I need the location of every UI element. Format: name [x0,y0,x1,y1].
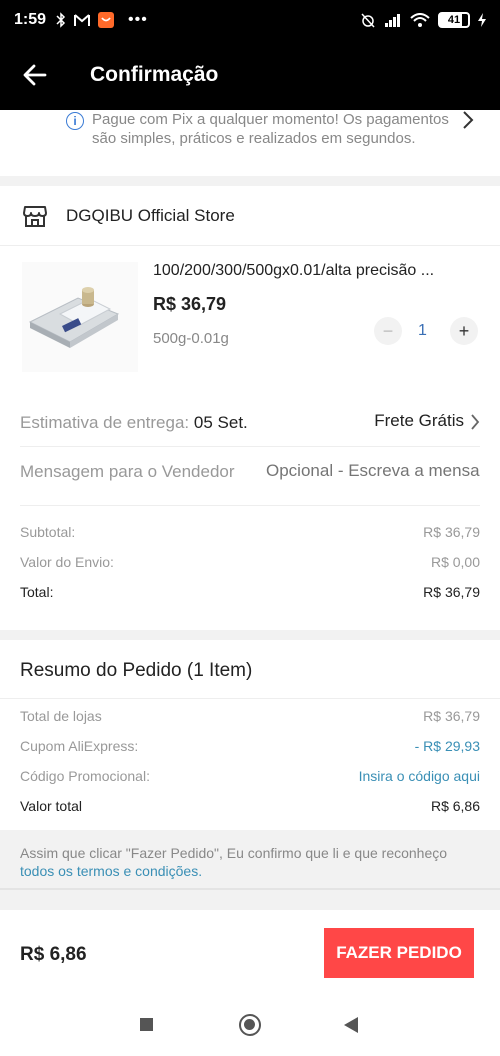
divider [0,698,500,699]
product-title[interactable]: 100/200/300/500gx0.01/alta precisão ... [153,262,483,280]
alarm-off-icon [361,13,375,28]
home-icon[interactable] [239,1014,261,1036]
back-button[interactable] [0,40,70,110]
battery-icon: 41 [438,12,470,28]
shipping-cost-value: R$ 0,00 [430,554,480,570]
terms-link[interactable]: todos os termos e condições. [20,863,202,879]
store-header[interactable]: DGQIBU Official Store [0,186,500,246]
delivery-row[interactable]: Estimativa de entrega: 05 Set. Frete Grá… [20,411,480,447]
system-nav-bar [0,998,500,1056]
terms-text-body: Assim que clicar "Fazer Pedido", Eu conf… [20,845,448,861]
store-total-value: R$ 36,79 [423,584,480,600]
chevron-right-icon [471,414,480,430]
digital-scale-image [22,262,138,372]
charging-icon [478,13,486,27]
order-total-row: Valor total R$ 6,86 [20,798,480,814]
store-icon [23,206,47,227]
store-total-row: Total: R$ 36,79 [20,584,480,600]
app-bar: Confirmação [0,40,500,110]
coupon-row[interactable]: Cupom AliExpress: - R$ 29,93 [20,738,480,754]
subtotal-value: R$ 36,79 [423,524,480,540]
coupon-label: Cupom AliExpress: [20,738,139,754]
delivery-label: Estimativa de entrega: [20,413,190,432]
quantity-increase-button[interactable]: + [450,317,478,345]
seller-message-input[interactable] [266,461,480,481]
promo-code-row: Código Promocional: Insira o código aqui [20,768,480,784]
quantity-value: 1 [418,322,427,339]
order-total-label: Valor total [20,798,82,814]
arrow-left-icon [23,64,47,86]
subtotal-label: Subtotal: [20,524,76,540]
store-card: DGQIBU Official Store 100/200/300/500gx0… [0,186,500,630]
terms-text: Assim que clicar "Fazer Pedido", Eu conf… [20,844,460,880]
promo-code-link[interactable]: Insira o código aqui [359,768,480,784]
terms-notice: Assim que clicar "Fazer Pedido", Eu conf… [0,832,500,890]
delivery-estimate: Estimativa de entrega: 05 Set. [20,413,248,433]
bluetooth-icon [56,12,66,28]
shipping-cost-row: Valor do Envio: R$ 0,00 [20,554,480,570]
seller-message-label: Mensagem para o Vendedor [20,462,235,481]
shopping-app-icon [98,12,115,28]
more-notifications-icon: ••• [128,11,148,28]
store-name: DGQIBU Official Store [66,206,235,225]
pix-banner-text: Pague com Pix a qualquer momento! Os pag… [92,111,449,147]
stores-total-row: Total de lojas R$ 36,79 [20,708,480,724]
gmail-icon [74,14,91,26]
place-order-button[interactable]: FAZER PEDIDO [324,928,474,978]
info-icon: i [66,112,84,130]
stores-total-value: R$ 36,79 [423,708,480,724]
pix-banner[interactable]: i Pague com Pix a qualquer momento! Os p… [0,110,500,176]
stores-total-label: Total de lojas [20,708,102,724]
wifi-icon [410,13,430,27]
back-icon[interactable] [344,1017,358,1033]
quantity-decrease-button[interactable]: − [374,317,402,345]
seller-message-row: Mensagem para o Vendedor [20,456,480,506]
shipping-method: Frete Grátis [374,411,464,430]
promo-code-label: Código Promocional: [20,768,150,784]
order-summary-card: Resumo do Pedido (1 Item) Total de lojas… [0,640,500,830]
coupon-value[interactable]: - R$ 29,93 [415,738,480,754]
store-total-label: Total: [20,584,54,600]
status-time: 1:59 [14,11,47,28]
status-bar: 1:59 ••• 41 [0,0,500,40]
product-price: R$ 36,79 [153,294,227,314]
order-summary-title: Resumo do Pedido (1 Item) [20,660,253,681]
order-total-value: R$ 6,86 [430,798,480,814]
shipping-cost-label: Valor do Envio: [20,554,114,570]
page-title: Confirmação [90,63,219,86]
product-variant: 500g-0.01g [153,330,229,347]
chevron-right-icon [463,111,474,129]
recents-icon[interactable] [140,1018,153,1031]
delivery-date: 05 Set. [193,413,248,432]
battery-level: 41 [447,14,461,26]
product-image[interactable] [22,262,138,372]
signal-icon [385,14,400,27]
checkout-bar: R$ 6,86 FAZER PEDIDO [0,910,500,998]
checkout-total: R$ 6,86 [20,944,87,965]
subtotal-row: Subtotal: R$ 36,79 [20,524,480,540]
